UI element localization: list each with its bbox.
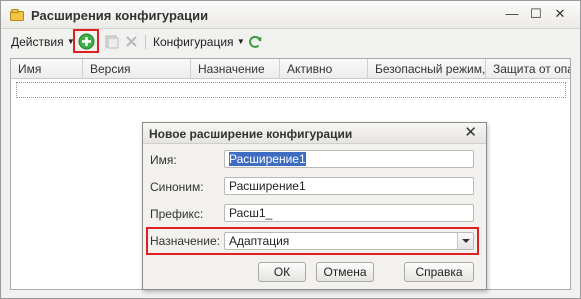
actions-menu-button[interactable]: Действия ▼ [11, 33, 75, 51]
configuration-label: Конфигурация [153, 35, 234, 49]
new-extension-dialog: Новое расширение конфигурации ✕ Имя: Рас… [142, 122, 487, 290]
add-icon[interactable] [78, 33, 95, 50]
name-label: Имя: [150, 153, 177, 167]
synonym-label: Синоним: [150, 180, 204, 194]
purpose-value: Адаптация [229, 234, 290, 248]
name-field[interactable]: Расширение1 [224, 150, 474, 168]
title-bar: Расширения конфигурации — ☐ ✕ [1, 1, 580, 29]
cancel-button[interactable]: Отмена [316, 262, 374, 282]
ok-button[interactable]: ОК [258, 262, 306, 282]
prefix-field[interactable]: Расш1_ [224, 204, 474, 222]
dialog-close-icon[interactable]: ✕ [464, 124, 477, 142]
close-window-button[interactable]: ✕ [552, 6, 568, 22]
synonym-value: Расширение1 [229, 179, 306, 193]
prefix-value: Расш1_ [229, 206, 273, 220]
column-header-safe-mode[interactable]: Безопасный режим,... [368, 59, 486, 79]
column-header-purpose[interactable]: Назначение [191, 59, 280, 79]
help-button[interactable]: Справка [404, 262, 474, 282]
purpose-label: Назначение: [150, 234, 221, 248]
window-title: Расширения конфигурации [31, 8, 209, 23]
table-header: Имя Версия Назначение Активно Безопасный… [11, 59, 570, 79]
prefix-label: Префикс: [150, 207, 204, 221]
refresh-icon[interactable] [247, 34, 263, 50]
table-row[interactable] [16, 82, 566, 98]
purpose-select[interactable]: Адаптация [224, 232, 474, 250]
actions-label: Действия [11, 35, 64, 49]
dropdown-arrow-icon: ▼ [236, 37, 245, 46]
column-header-version[interactable]: Версия [83, 59, 191, 79]
extensions-window: Расширения конфигурации — ☐ ✕ Действия ▼… [0, 0, 581, 299]
dialog-title: Новое расширение конфигурации [149, 127, 353, 141]
delete-icon[interactable] [125, 35, 138, 48]
column-header-active[interactable]: Активно [280, 59, 368, 79]
toolbar-separator [145, 35, 146, 49]
minimize-button[interactable]: — [504, 6, 520, 22]
chevron-down-icon[interactable] [457, 233, 473, 249]
column-header-protection[interactable]: Защита от опа... [486, 59, 570, 79]
dialog-title-bar: Новое расширение конфигурации ✕ [143, 123, 486, 144]
synonym-field[interactable]: Расширение1 [224, 177, 474, 195]
configuration-menu-button[interactable]: Конфигурация ▼ [153, 33, 245, 51]
name-value: Расширение1 [229, 152, 306, 166]
toolbar: Действия ▼ Конфигурация ▼ [1, 29, 580, 54]
copy-icon[interactable] [105, 35, 119, 49]
column-header-name[interactable]: Имя [11, 59, 83, 79]
app-icon [10, 9, 24, 21]
maximize-button[interactable]: ☐ [528, 6, 544, 22]
